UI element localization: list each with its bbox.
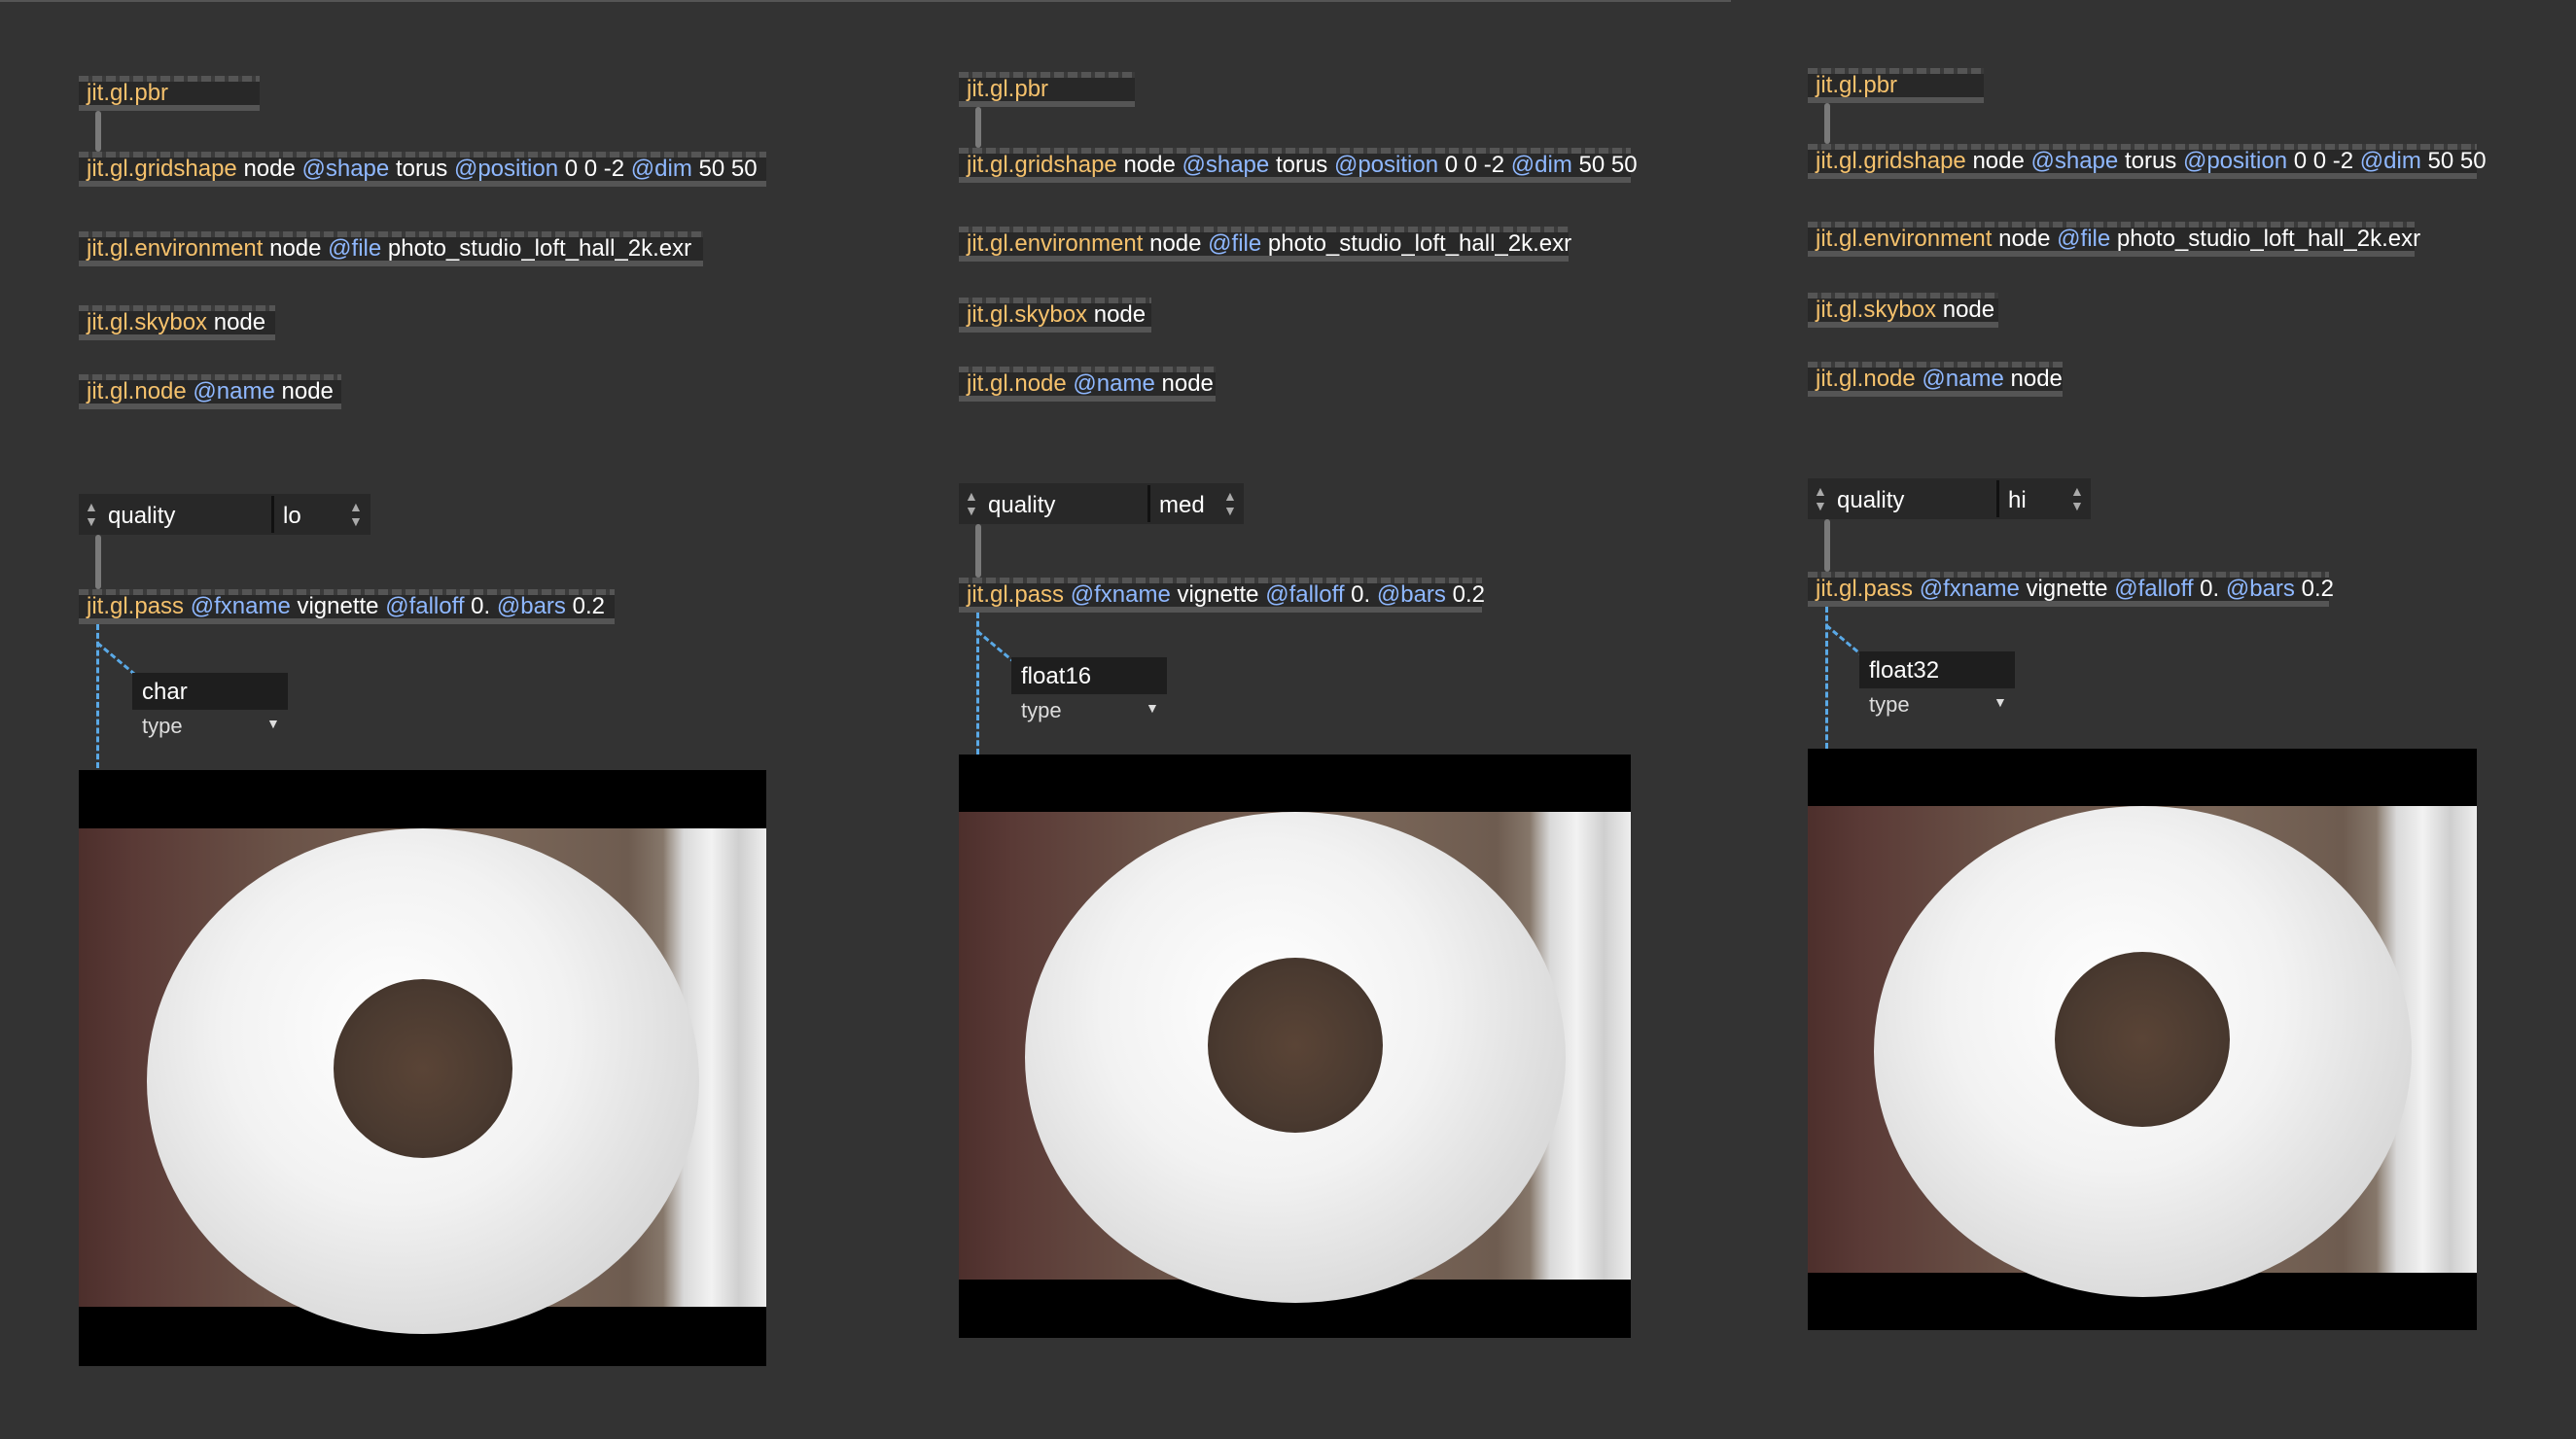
rendered-scene xyxy=(79,828,766,1334)
top-divider xyxy=(0,0,1731,2)
caret-down-icon: ▼ xyxy=(1146,700,1159,716)
up-down-arrows-icon: ▲ ▼ xyxy=(349,499,363,529)
jit-gl-node-object[interactable]: jit.gl.node @name node xyxy=(959,367,1216,402)
quality-umenu[interactable]: ▲ ▼ quality med ▲ ▼ xyxy=(959,483,1244,524)
jit-gl-node-object[interactable]: jit.gl.node @name node xyxy=(1808,362,2063,397)
quality-umenu[interactable]: ▲ ▼ quality hi ▲ ▼ xyxy=(1808,478,2091,519)
up-down-arrows-icon: ▲ ▼ xyxy=(2070,483,2084,513)
render-window[interactable] xyxy=(79,770,766,1366)
type-attrui[interactable]: char type ▼ xyxy=(132,673,288,745)
rendered-scene xyxy=(959,812,1631,1303)
type-attrui[interactable]: float32 type ▼ xyxy=(1859,651,2015,723)
type-value: char xyxy=(142,679,188,705)
jit-gl-environment-object[interactable]: jit.gl.environment node @file photo_stud… xyxy=(79,231,703,266)
type-value: float32 xyxy=(1869,657,1940,684)
jit-gl-pass-object[interactable]: jit.gl.pass @fxname vignette @falloff 0.… xyxy=(1808,572,2334,607)
jit-gl-gridshape-object[interactable]: jit.gl.gridshape node @shape torus @posi… xyxy=(959,148,1638,183)
patch-cord[interactable] xyxy=(975,524,981,578)
torus-hole xyxy=(1208,958,1383,1133)
quality-value: lo xyxy=(283,503,301,529)
up-down-arrows-icon: ▲ ▼ xyxy=(1223,488,1237,518)
jit-gl-pbr-object[interactable]: jit.gl.pbr xyxy=(79,76,260,111)
rendered-scene xyxy=(1808,806,2477,1297)
render-window[interactable] xyxy=(1808,749,2477,1330)
type-attrui[interactable]: float16 type ▼ xyxy=(1011,657,1167,729)
caret-down-icon: ▼ xyxy=(1994,694,2007,710)
jit-gl-environment-object[interactable]: jit.gl.environment node @file photo_stud… xyxy=(1808,222,2420,257)
quality-umenu[interactable]: ▲ ▼ quality lo ▲ ▼ xyxy=(79,494,371,535)
patch-cord[interactable] xyxy=(1824,103,1830,144)
quality-value: med xyxy=(1159,492,1205,518)
caret-down-icon: ▼ xyxy=(266,716,280,731)
quality-value: hi xyxy=(2008,487,2027,513)
jit-gl-environment-object[interactable]: jit.gl.environment node @file photo_stud… xyxy=(959,227,1571,262)
jit-gl-pbr-object[interactable]: jit.gl.pbr xyxy=(1808,68,1984,103)
jit-gl-pbr-object[interactable]: jit.gl.pbr xyxy=(959,72,1135,107)
torus-hole xyxy=(2055,952,2230,1127)
up-down-arrows-icon: ▲ ▼ xyxy=(965,488,978,518)
jit-gl-pass-object[interactable]: jit.gl.pass @fxname vignette @falloff 0.… xyxy=(79,589,615,624)
jit-gl-skybox-object[interactable]: jit.gl.skybox node xyxy=(959,298,1151,333)
jit-gl-gridshape-object[interactable]: jit.gl.gridshape node @shape torus @posi… xyxy=(79,152,766,187)
jit-gl-node-object[interactable]: jit.gl.node @name node xyxy=(79,374,341,409)
patch-cord[interactable] xyxy=(1824,519,1830,572)
patch-cord[interactable] xyxy=(975,107,981,148)
jit-gl-skybox-object[interactable]: jit.gl.skybox node xyxy=(79,305,275,340)
up-down-arrows-icon: ▲ ▼ xyxy=(1814,483,1827,513)
render-window[interactable] xyxy=(959,755,1631,1338)
up-down-arrows-icon: ▲ ▼ xyxy=(85,499,98,529)
jit-gl-gridshape-object[interactable]: jit.gl.gridshape node @shape torus @posi… xyxy=(1808,144,2487,179)
type-value: float16 xyxy=(1021,663,1092,689)
jit-gl-skybox-object[interactable]: jit.gl.skybox node xyxy=(1808,293,1998,328)
patch-cord[interactable] xyxy=(95,111,101,152)
patch-cord[interactable] xyxy=(95,535,101,589)
torus-hole xyxy=(334,979,512,1158)
jit-gl-pass-object[interactable]: jit.gl.pass @fxname vignette @falloff 0.… xyxy=(959,578,1485,613)
